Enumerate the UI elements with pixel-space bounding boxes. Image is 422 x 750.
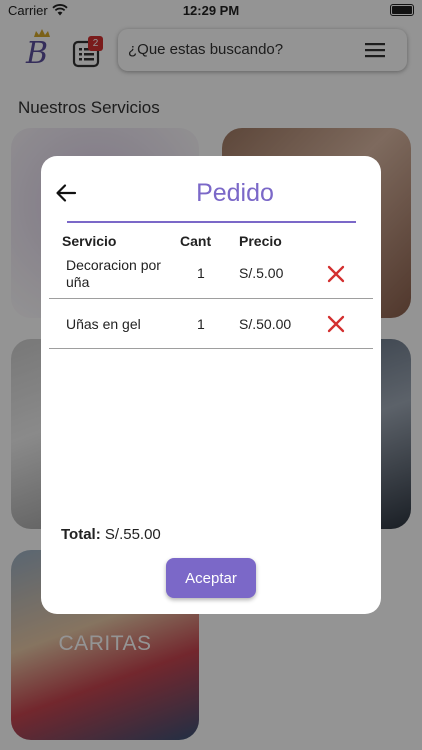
column-header-price: Precio — [239, 233, 282, 249]
delete-icon[interactable] — [327, 315, 345, 333]
dialog-title: Pedido — [196, 179, 274, 207]
column-header-qty: Cant — [180, 233, 212, 249]
row-price: S/.5.00 — [239, 265, 284, 281]
order-dialog: Pedido Servicio Cant Precio Decoracion p… — [41, 156, 381, 614]
order-row: Decoracion por uña 1 S/.5.00 — [49, 249, 373, 299]
order-total: Total: S/.55.00 — [61, 526, 161, 543]
total-label: Total: — [61, 526, 101, 543]
column-header-service: Servicio — [62, 233, 117, 249]
row-qty: 1 — [197, 316, 205, 332]
row-price: S/.50.00 — [239, 316, 292, 332]
delete-icon[interactable] — [327, 265, 345, 283]
row-service: Uñas en gel — [66, 316, 141, 332]
title-divider — [67, 221, 356, 223]
row-service: Decoracion por uña — [66, 257, 161, 290]
total-value: S/.55.00 — [104, 526, 161, 543]
order-row: Uñas en gel 1 S/.50.00 — [49, 299, 373, 349]
row-qty: 1 — [197, 265, 205, 281]
accept-button[interactable]: Aceptar — [166, 558, 256, 598]
